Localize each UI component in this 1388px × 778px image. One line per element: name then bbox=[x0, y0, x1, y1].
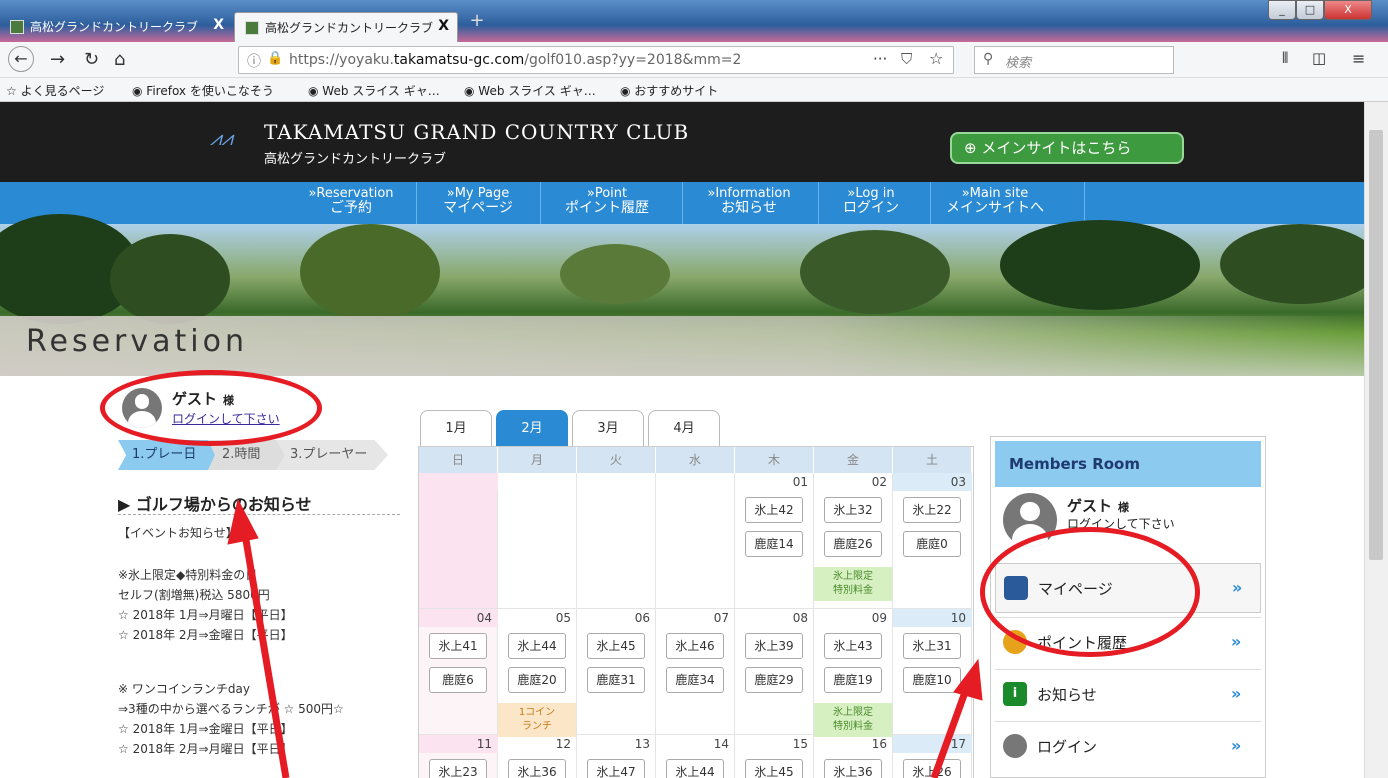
annotation-arrow-right bbox=[930, 682, 972, 778]
annotation-arrows bbox=[227, 498, 983, 778]
annotation-arrow-left bbox=[240, 527, 290, 778]
annotation-arrowhead-right bbox=[953, 658, 983, 701]
annotation-arrowhead-left bbox=[227, 498, 259, 545]
